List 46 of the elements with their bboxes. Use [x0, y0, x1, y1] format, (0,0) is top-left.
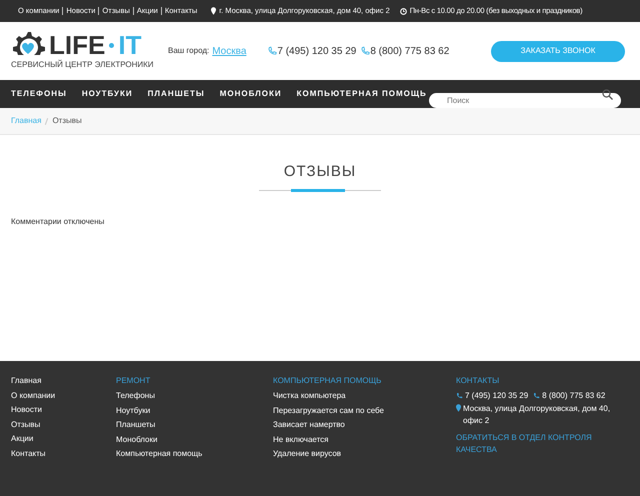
footer-link[interactable]: Не включается — [273, 432, 456, 446]
phone-icon — [456, 392, 463, 399]
footer-heading: КОНТАКТЫ — [456, 375, 500, 387]
phone-icon — [267, 46, 278, 56]
logo-text: LIFE — [49, 32, 106, 58]
footer-link[interactable]: Главная — [11, 373, 116, 388]
search-icon[interactable] — [602, 88, 613, 100]
nav-link[interactable]: ТЕЛЕФОНЫ — [11, 88, 67, 100]
footer-link[interactable]: Телефоны — [116, 388, 273, 402]
city-label: Ваш город: — [168, 45, 210, 57]
footer-heading: КОМПЬЮТЕРНАЯ ПОМОЩЬ — [273, 375, 382, 387]
breadcrumb-current: Отзывы — [52, 115, 82, 127]
footer-link[interactable]: Новости — [11, 402, 116, 416]
phone-number: 8 (800) 775 83 62 — [542, 390, 606, 402]
footer-link[interactable]: Ноутбуки — [116, 402, 273, 417]
nav-link[interactable]: КОМПЬЮТЕРНАЯ ПОМОЩЬ — [296, 88, 427, 100]
footer-link[interactable]: Моноблоки — [116, 432, 273, 446]
address-text: Москва, улица Долгоруковская, дом 40, офис 2 — [463, 403, 612, 427]
nav-link[interactable]: ПЛАНШЕТЫ — [148, 88, 205, 100]
footer-link[interactable]: Чистка компьютера — [273, 388, 456, 402]
clock-icon — [400, 8, 407, 14]
footer-heading: РЕМОНТ — [116, 375, 152, 387]
quality-link[interactable]: ОБРАТИТЬСЯ В ОТДЕЛ КОНТРОЛЯ КАЧЕСТВА — [456, 432, 626, 456]
footer-link[interactable]: Акции — [11, 431, 116, 446]
nav-link[interactable]: МОНОБЛОКИ — [220, 88, 282, 100]
phone-icon — [360, 46, 370, 56]
comments-note: Комментарии отключены — [11, 216, 106, 228]
nav-link[interactable]: НОУТБУКИ — [82, 88, 133, 100]
logo-text: IT — [118, 32, 142, 58]
map-pin-icon — [456, 404, 461, 412]
footer-link[interactable]: Планшеты — [116, 417, 273, 432]
footer-link[interactable]: Удаление вирусов — [273, 446, 456, 460]
logo-tagline: СЕРВИСНЫЙ ЦЕНТР ЭЛЕКТРОНИКИ — [11, 59, 155, 71]
phone-number: 8 (800) 775 83 62 — [370, 44, 450, 58]
page-title: ОТЗЫВЫ — [284, 162, 356, 182]
map-pin-icon — [211, 7, 216, 15]
footer-link[interactable]: Компьютерная помощь — [116, 446, 273, 460]
footer-link[interactable]: Контакты — [11, 446, 116, 460]
footer-link[interactable]: Отзывы — [11, 416, 116, 431]
search-field[interactable]: Поиск — [429, 92, 621, 108]
phone-icon — [533, 392, 540, 399]
footer-link[interactable]: Перезагружается сам по себе — [273, 402, 456, 417]
footer-link[interactable]: Зависает намертво — [273, 417, 456, 432]
phone-number: 7 (495) 120 35 29 — [277, 44, 356, 58]
footer-link[interactable]: О компании — [11, 388, 116, 402]
phone-number: 7 (495) 120 35 29 — [465, 390, 528, 402]
